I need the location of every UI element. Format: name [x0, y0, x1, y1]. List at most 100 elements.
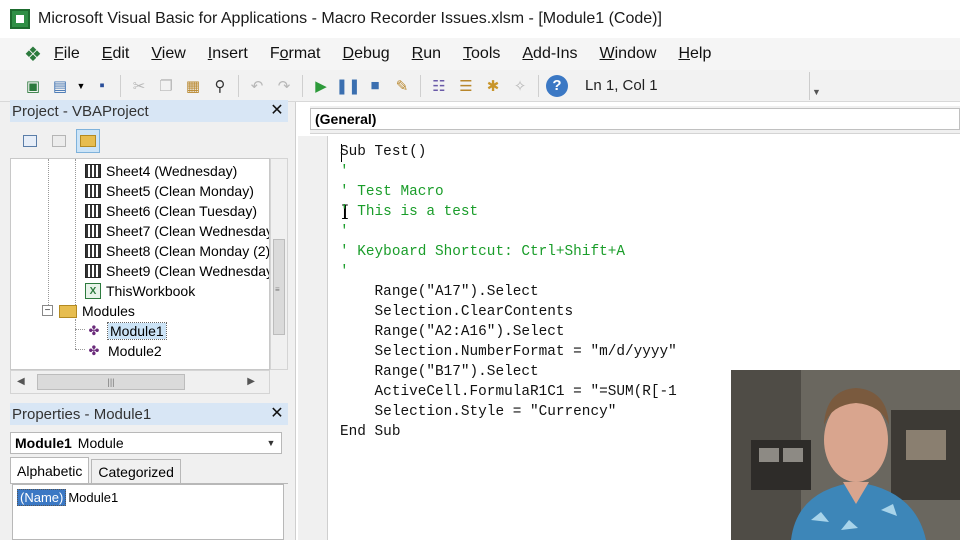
tree-item-thisworkbook[interactable]: X ThisWorkbook: [85, 281, 195, 301]
project-pane-title: Project - VBAProject: [12, 102, 149, 120]
vba-icon[interactable]: ❖: [22, 43, 44, 66]
menu-help[interactable]: Help: [678, 45, 711, 63]
object-name: Module1: [15, 435, 72, 451]
menu-file[interactable]: File: [54, 45, 80, 63]
menu-tools[interactable]: Tools: [463, 45, 500, 63]
workbook-icon: X: [85, 283, 101, 299]
code-line[interactable]: ' Keyboard Shortcut: Ctrl+Shift+A: [340, 242, 625, 262]
tree-line: [75, 349, 85, 350]
code-line[interactable]: Range("B17").Select: [340, 362, 539, 382]
code-line[interactable]: Selection.ClearContents: [340, 302, 574, 322]
property-name: (Name): [17, 489, 67, 506]
project-explorer-icon[interactable]: ☷: [428, 75, 450, 97]
undo-icon[interactable]: ↶: [246, 75, 268, 97]
toolbar-separator: [120, 74, 121, 97]
design-mode-icon[interactable]: ✎: [391, 75, 413, 97]
code-margin-bar[interactable]: [298, 136, 328, 540]
tree-item-module2[interactable]: ✤ Module2: [85, 341, 162, 361]
tree-horizontal-scrollbar[interactable]: ◀ ||| ▶: [10, 370, 270, 394]
tree-item-sheet9[interactable]: Sheet9 (Clean Wednesday): [85, 261, 270, 281]
object-combo[interactable]: (General): [310, 108, 960, 130]
scrollbar-thumb[interactable]: |||: [37, 374, 185, 390]
chevron-down-icon[interactable]: ▼: [263, 435, 279, 451]
code-line[interactable]: ' Test Macro: [340, 182, 444, 202]
property-value[interactable]: Module1: [68, 490, 118, 505]
insert-dropdown-icon[interactable]: ▼: [76, 75, 86, 97]
insert-userform-icon[interactable]: ▤: [49, 75, 71, 97]
code-line[interactable]: Selection.Style = "Currency": [340, 402, 617, 422]
worksheet-icon: [85, 184, 101, 198]
toolbar-separator: [538, 74, 539, 97]
menu-format[interactable]: Format: [270, 45, 321, 63]
collapse-modules-icon[interactable]: −: [42, 305, 53, 316]
view-object-icon[interactable]: [47, 129, 71, 153]
code-line[interactable]: Range("A17").Select: [340, 282, 539, 302]
code-line[interactable]: Range("A2:A16").Select: [340, 322, 565, 342]
tab-alphabetic[interactable]: Alphabetic: [10, 457, 90, 483]
reset-icon[interactable]: ■: [364, 75, 386, 97]
find-icon[interactable]: ⚲: [209, 75, 231, 97]
object-browser-icon[interactable]: ✱: [482, 75, 504, 97]
tree-item-sheet5[interactable]: Sheet5 (Clean Monday): [85, 181, 254, 201]
tree-item-module1[interactable]: ✤ Module1: [85, 321, 167, 341]
tree-item-sheet8[interactable]: Sheet8 (Clean Monday (2)): [85, 241, 270, 261]
tree-item-sheet4[interactable]: Sheet4 (Wednesday): [85, 161, 237, 181]
tree-item-sheet6[interactable]: Sheet6 (Clean Tuesday): [85, 201, 257, 221]
menu-run[interactable]: Run: [412, 45, 441, 63]
worksheet-icon: [85, 264, 101, 278]
code-line[interactable]: ActiveCell.FormulaR1C1 = "=SUM(R[-1: [340, 382, 677, 402]
presenter-video: [731, 370, 960, 540]
worksheet-icon: [85, 244, 101, 258]
menu-window[interactable]: Window: [600, 45, 657, 63]
run-icon[interactable]: ▶: [310, 75, 332, 97]
tree-item-label: Sheet8 (Clean Monday (2)): [106, 243, 270, 259]
tree-item-modules-folder[interactable]: Modules: [59, 301, 135, 321]
break-icon[interactable]: ❚❚: [335, 75, 360, 97]
copy-icon[interactable]: ❐: [155, 75, 177, 97]
code-line[interactable]: ': [340, 222, 349, 242]
tree-item-label: Sheet9 (Clean Wednesday): [106, 263, 270, 279]
toolbox-icon[interactable]: ✧: [509, 75, 531, 97]
worksheet-icon: [85, 204, 101, 218]
module-icon: ✤: [88, 343, 100, 358]
folder-icon: [59, 304, 77, 318]
paste-icon[interactable]: ▦: [182, 75, 204, 97]
tree-line: [48, 159, 49, 309]
view-code-icon[interactable]: [18, 129, 42, 153]
scroll-right-icon[interactable]: ▶: [247, 376, 255, 387]
tree-vertical-scrollbar[interactable]: ≡: [270, 158, 288, 370]
standard-toolbar: ▣ ▤ ▼ ▪ ✂ ❐ ▦ ⚲ ↶ ↷ ▶ ❚❚ ■ ✎ ☷ ☰ ✱ ✧ ? L…: [0, 70, 960, 102]
toolbar-options-icon[interactable]: ▼: [809, 71, 823, 100]
scroll-left-icon[interactable]: ◀: [17, 376, 25, 387]
menu-debug[interactable]: Debug: [343, 45, 390, 63]
tree-item-label: ThisWorkbook: [106, 283, 196, 299]
properties-grid: (Name) Module1: [12, 484, 284, 540]
property-row-name[interactable]: (Name) Module1: [17, 489, 118, 506]
menu-insert[interactable]: Insert: [208, 45, 248, 63]
cut-icon[interactable]: ✂: [128, 75, 150, 97]
code-line[interactable]: ': [340, 262, 349, 282]
code-line[interactable]: ' This is a test: [340, 202, 478, 222]
toggle-folders-icon[interactable]: [76, 129, 100, 153]
view-excel-icon[interactable]: ▣: [22, 75, 44, 97]
tree-item-sheet7[interactable]: Sheet7 (Clean Wednesday): [85, 221, 269, 241]
properties-window-icon[interactable]: ☰: [455, 75, 477, 97]
tree-item-label: Module1: [107, 322, 167, 340]
code-line[interactable]: Sub Test(): [340, 142, 426, 162]
tab-categorized[interactable]: Categorized: [91, 459, 181, 483]
redo-icon[interactable]: ↷: [273, 75, 295, 97]
menu-view[interactable]: View: [151, 45, 185, 63]
close-icon[interactable]: ✕: [268, 101, 286, 119]
tree-line: [75, 159, 76, 309]
close-icon[interactable]: ✕: [268, 404, 286, 422]
code-line[interactable]: End Sub: [340, 422, 400, 442]
code-line[interactable]: ': [340, 162, 349, 182]
menu-add-ins[interactable]: Add-Ins: [522, 45, 577, 63]
menu-edit[interactable]: Edit: [102, 45, 130, 63]
title-bar: Microsoft Visual Basic for Applications …: [0, 0, 960, 38]
help-icon[interactable]: ?: [546, 74, 568, 97]
save-icon[interactable]: ▪: [91, 75, 113, 97]
properties-tabs: Alphabetic Categorized: [10, 457, 288, 484]
code-line[interactable]: Selection.NumberFormat = "m/d/yyyy": [340, 342, 677, 362]
object-selector[interactable]: Module1 Module ▼: [10, 432, 282, 454]
